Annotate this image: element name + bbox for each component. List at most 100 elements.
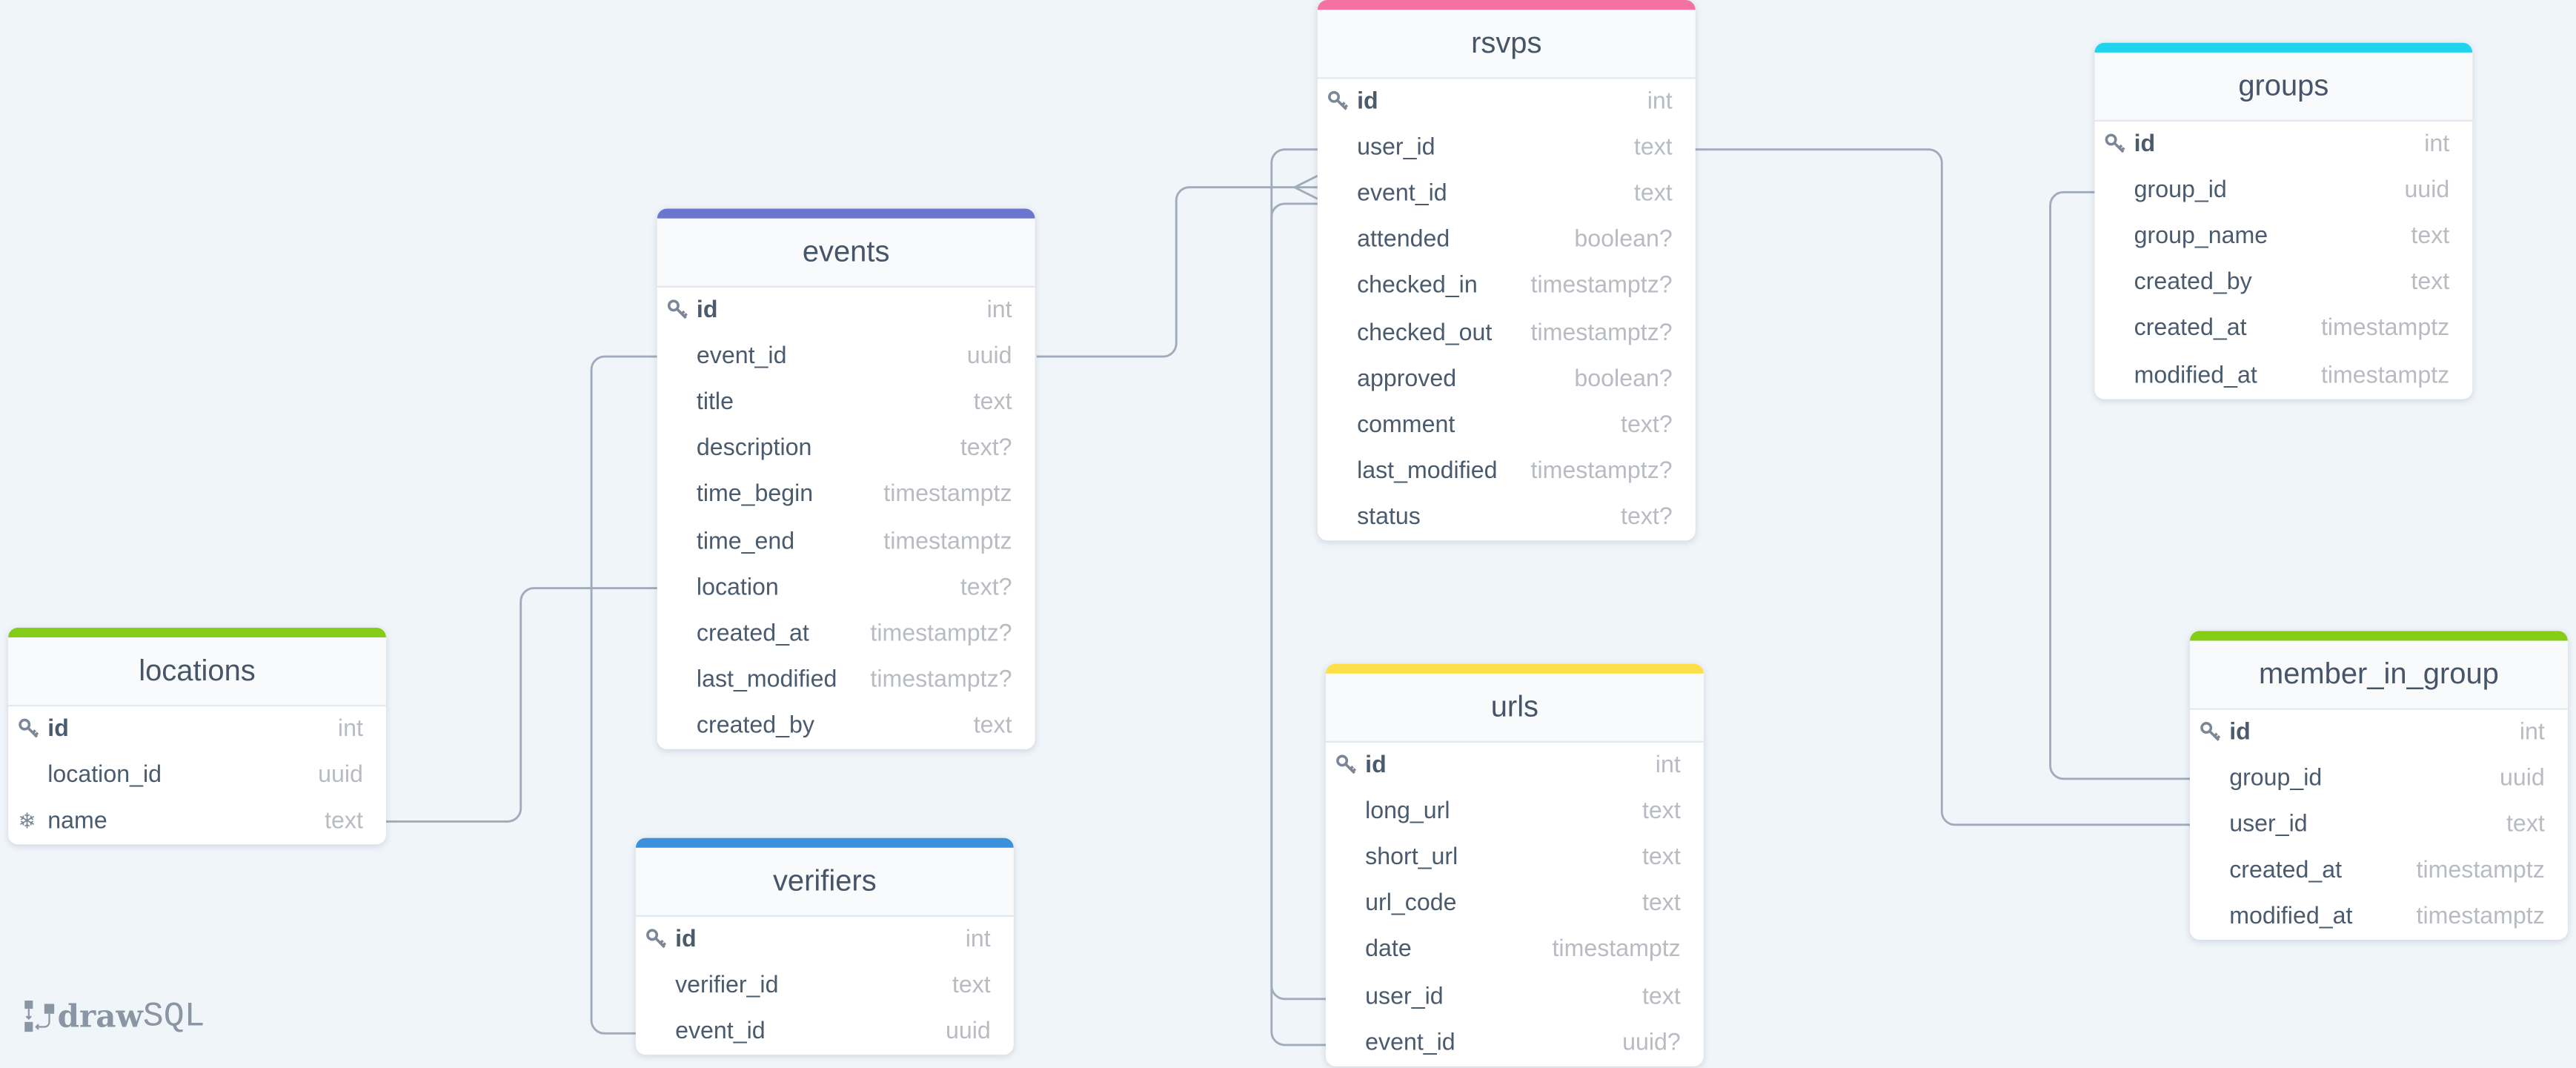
column-type: uuid: [945, 1018, 991, 1046]
column-row[interactable]: event_id uuid: [657, 334, 1035, 379]
column-type: int: [1655, 752, 1681, 779]
column-row[interactable]: approved boolean?: [1318, 356, 1696, 402]
column-row[interactable]: title text: [657, 379, 1035, 425]
primary-key-icon: [1327, 90, 1350, 113]
column-name: id: [47, 716, 69, 743]
column-name: name: [47, 809, 107, 835]
column-row[interactable]: id int: [1318, 79, 1696, 125]
column-row[interactable]: last_modified timestamptz?: [657, 657, 1035, 703]
column-row[interactable]: time_begin timestamptz: [657, 472, 1035, 518]
table-title[interactable]: locations: [8, 637, 386, 707]
column-row[interactable]: checked_out timestamptz?: [1318, 310, 1696, 356]
column-type: int: [1647, 88, 1673, 116]
table-color-bar: [2094, 42, 2473, 53]
column-type: text: [1633, 181, 1673, 208]
column-type: boolean?: [1574, 227, 1673, 254]
column-row[interactable]: ❄ name text: [8, 799, 386, 845]
column-row[interactable]: id int: [657, 288, 1035, 334]
relation-events-rsvps[interactable]: [1036, 186, 1318, 358]
drawsql-logo[interactable]: draw SQL: [21, 998, 205, 1037]
column-row[interactable]: created_at timestamptz: [2190, 848, 2568, 894]
column-row[interactable]: group_name text: [2094, 214, 2472, 260]
column-row[interactable]: created_at timestamptz: [2094, 306, 2472, 352]
column-row[interactable]: location text?: [657, 565, 1035, 611]
column-type: uuid?: [1622, 1029, 1681, 1056]
column-type: int: [337, 716, 363, 743]
column-name: group_id: [2134, 177, 2227, 205]
column-row[interactable]: id int: [2094, 122, 2472, 168]
column-row[interactable]: modified_at timestamptz: [2190, 895, 2568, 941]
column-type: timestamptz: [883, 482, 1012, 508]
column-row[interactable]: event_id text: [1318, 171, 1696, 217]
column-row[interactable]: location_id uuid: [8, 753, 386, 799]
column-type: text: [1641, 891, 1681, 918]
primary-key-icon: [667, 299, 690, 322]
column-row[interactable]: verifier_id text: [636, 963, 1014, 1009]
column-type: text?: [960, 436, 1012, 462]
column-row[interactable]: status text?: [1318, 494, 1696, 540]
column-row[interactable]: description text?: [657, 426, 1035, 472]
column-type: text: [1641, 798, 1681, 826]
column-name: comment: [1357, 411, 1455, 439]
column-row[interactable]: id int: [8, 706, 386, 752]
column-row[interactable]: created_by text: [657, 703, 1035, 749]
column-type: timestamptz?: [870, 620, 1012, 647]
column-row[interactable]: id int: [2190, 710, 2568, 756]
table-groups[interactable]: groups id int group_id uuid group_name text cre…: [2094, 42, 2473, 399]
logo-icon: [24, 1001, 55, 1032]
primary-key-icon: [2105, 133, 2128, 156]
column-row[interactable]: checked_in timestamptz?: [1318, 264, 1696, 310]
column-name: modified_at: [2229, 904, 2353, 931]
column-type: timestamptz: [2416, 904, 2545, 931]
column-name: event_id: [1357, 181, 1447, 208]
logo-text-light: SQL: [142, 998, 205, 1036]
column-name: event_id: [696, 343, 787, 371]
column-row[interactable]: comment text?: [1318, 402, 1696, 448]
column-type: int: [2519, 720, 2545, 746]
column-row[interactable]: url_code text: [1326, 881, 1704, 927]
column-row[interactable]: id int: [1326, 743, 1704, 789]
column-type: timestamptz: [883, 528, 1012, 555]
table-events[interactable]: events id int event_id uuid title text descript…: [657, 208, 1035, 749]
column-row[interactable]: user_id text: [1326, 973, 1704, 1019]
primary-key-icon: [2200, 721, 2223, 744]
column-row[interactable]: id int: [636, 917, 1014, 963]
table-verifiers[interactable]: verifiers id int verifier_id text event_id uui…: [635, 838, 1014, 1055]
column-row[interactable]: created_at timestamptz?: [657, 611, 1035, 657]
table-member-in-group[interactable]: member_in_group id int group_id uuid user_id t…: [2189, 631, 2568, 941]
diagram-canvas[interactable]: rsvps id int user_id text event_id text attende…: [0, 0, 2576, 1068]
column-name: user_id: [1365, 983, 1444, 1010]
column-row[interactable]: modified_at timestamptz: [2094, 352, 2472, 398]
column-row[interactable]: group_id uuid: [2190, 756, 2568, 802]
column-row[interactable]: group_id uuid: [2094, 168, 2472, 213]
column-row[interactable]: date timestamptz: [1326, 927, 1704, 973]
column-name: id: [1365, 752, 1387, 779]
table-rsvps[interactable]: rsvps id int user_id text event_id text attende…: [1317, 0, 1696, 541]
column-row[interactable]: user_id text: [1318, 125, 1696, 171]
table-title[interactable]: verifiers: [635, 847, 1014, 917]
table-title[interactable]: groups: [2094, 52, 2473, 122]
column-row[interactable]: created_by text: [2094, 260, 2472, 306]
column-row[interactable]: event_id uuid?: [1326, 1020, 1704, 1066]
column-row[interactable]: event_id uuid: [636, 1009, 1014, 1055]
column-name: long_url: [1365, 798, 1450, 826]
column-row[interactable]: short_url text: [1326, 835, 1704, 881]
column-row[interactable]: time_end timestamptz: [657, 518, 1035, 564]
table-title[interactable]: member_in_group: [2189, 640, 2568, 710]
column-type: text: [2411, 270, 2450, 296]
column-name: modified_at: [2134, 362, 2257, 389]
column-name: status: [1357, 504, 1421, 531]
column-row[interactable]: user_id text: [2190, 802, 2568, 848]
column-row[interactable]: attended boolean?: [1318, 217, 1696, 263]
table-color-bar: [635, 838, 1014, 848]
table-title[interactable]: events: [657, 218, 1035, 288]
table-urls[interactable]: urls id int long_url text short_url text url_co…: [1325, 663, 1704, 1066]
column-name: created_at: [2229, 858, 2343, 885]
table-locations[interactable]: locations id int location_id uuid ❄ name text: [8, 627, 386, 846]
relation-locations-events[interactable]: [385, 587, 657, 823]
column-type: timestamptz: [2416, 858, 2545, 885]
column-row[interactable]: last_modified timestamptz?: [1318, 448, 1696, 494]
table-title[interactable]: rsvps: [1317, 10, 1696, 79]
table-title[interactable]: urls: [1325, 673, 1704, 743]
column-row[interactable]: long_url text: [1326, 789, 1704, 835]
